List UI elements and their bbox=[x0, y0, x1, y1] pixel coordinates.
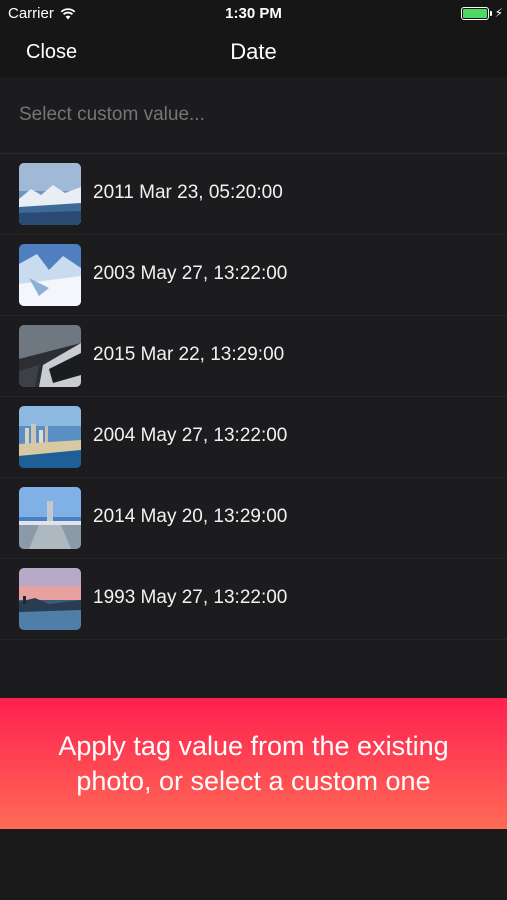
custom-value-input[interactable] bbox=[19, 104, 479, 126]
snowy-mountains-icon bbox=[19, 163, 81, 225]
date-label: 2011 Mar 23, 05:20:00 bbox=[93, 182, 283, 203]
date-row[interactable]: 2011 Mar 23, 05:20:00 bbox=[0, 154, 507, 235]
date-label: 2014 May 20, 13:29:00 bbox=[93, 506, 288, 527]
date-label: 2003 May 27, 13:22:00 bbox=[93, 263, 288, 284]
date-label: 1993 May 27, 13:22:00 bbox=[93, 587, 288, 608]
page-title: Date bbox=[230, 39, 277, 64]
charging-bolt-icon: ⚡ bbox=[494, 6, 503, 20]
sunset-coast-icon bbox=[19, 568, 81, 630]
battery-icon bbox=[461, 7, 489, 20]
date-row[interactable]: 2003 May 27, 13:22:00 bbox=[0, 235, 507, 316]
date-row[interactable]: 2004 May 27, 13:22:00 bbox=[0, 397, 507, 478]
navigation-bar: Close Date bbox=[0, 28, 507, 78]
date-row[interactable]: 1993 May 27, 13:22:00 bbox=[0, 559, 507, 640]
date-label: 2004 May 27, 13:22:00 bbox=[93, 425, 288, 446]
date-list: 2011 Mar 23, 05:20:00 2003 May 27, 13:22:… bbox=[0, 154, 507, 640]
car-road-icon bbox=[19, 325, 81, 387]
hint-banner-text: Apply tag value from the existing photo,… bbox=[58, 730, 449, 796]
hint-banner: Apply tag value from the existing photo,… bbox=[0, 698, 507, 829]
date-row[interactable]: 2015 Mar 22, 13:29:00 bbox=[0, 316, 507, 397]
date-row[interactable]: 2014 May 20, 13:29:00 bbox=[0, 478, 507, 559]
battery-tip bbox=[490, 11, 492, 16]
pier-icon bbox=[19, 487, 81, 549]
glacier-icon bbox=[19, 244, 81, 306]
status-time: 1:30 PM bbox=[225, 5, 282, 22]
date-label: 2015 Mar 22, 13:29:00 bbox=[93, 344, 285, 365]
custom-value-row[interactable] bbox=[0, 78, 507, 154]
coastline-city-icon bbox=[19, 406, 81, 468]
status-bar: Carrier 1:30 PM ⚡ bbox=[0, 0, 507, 28]
bottom-area bbox=[0, 829, 507, 900]
